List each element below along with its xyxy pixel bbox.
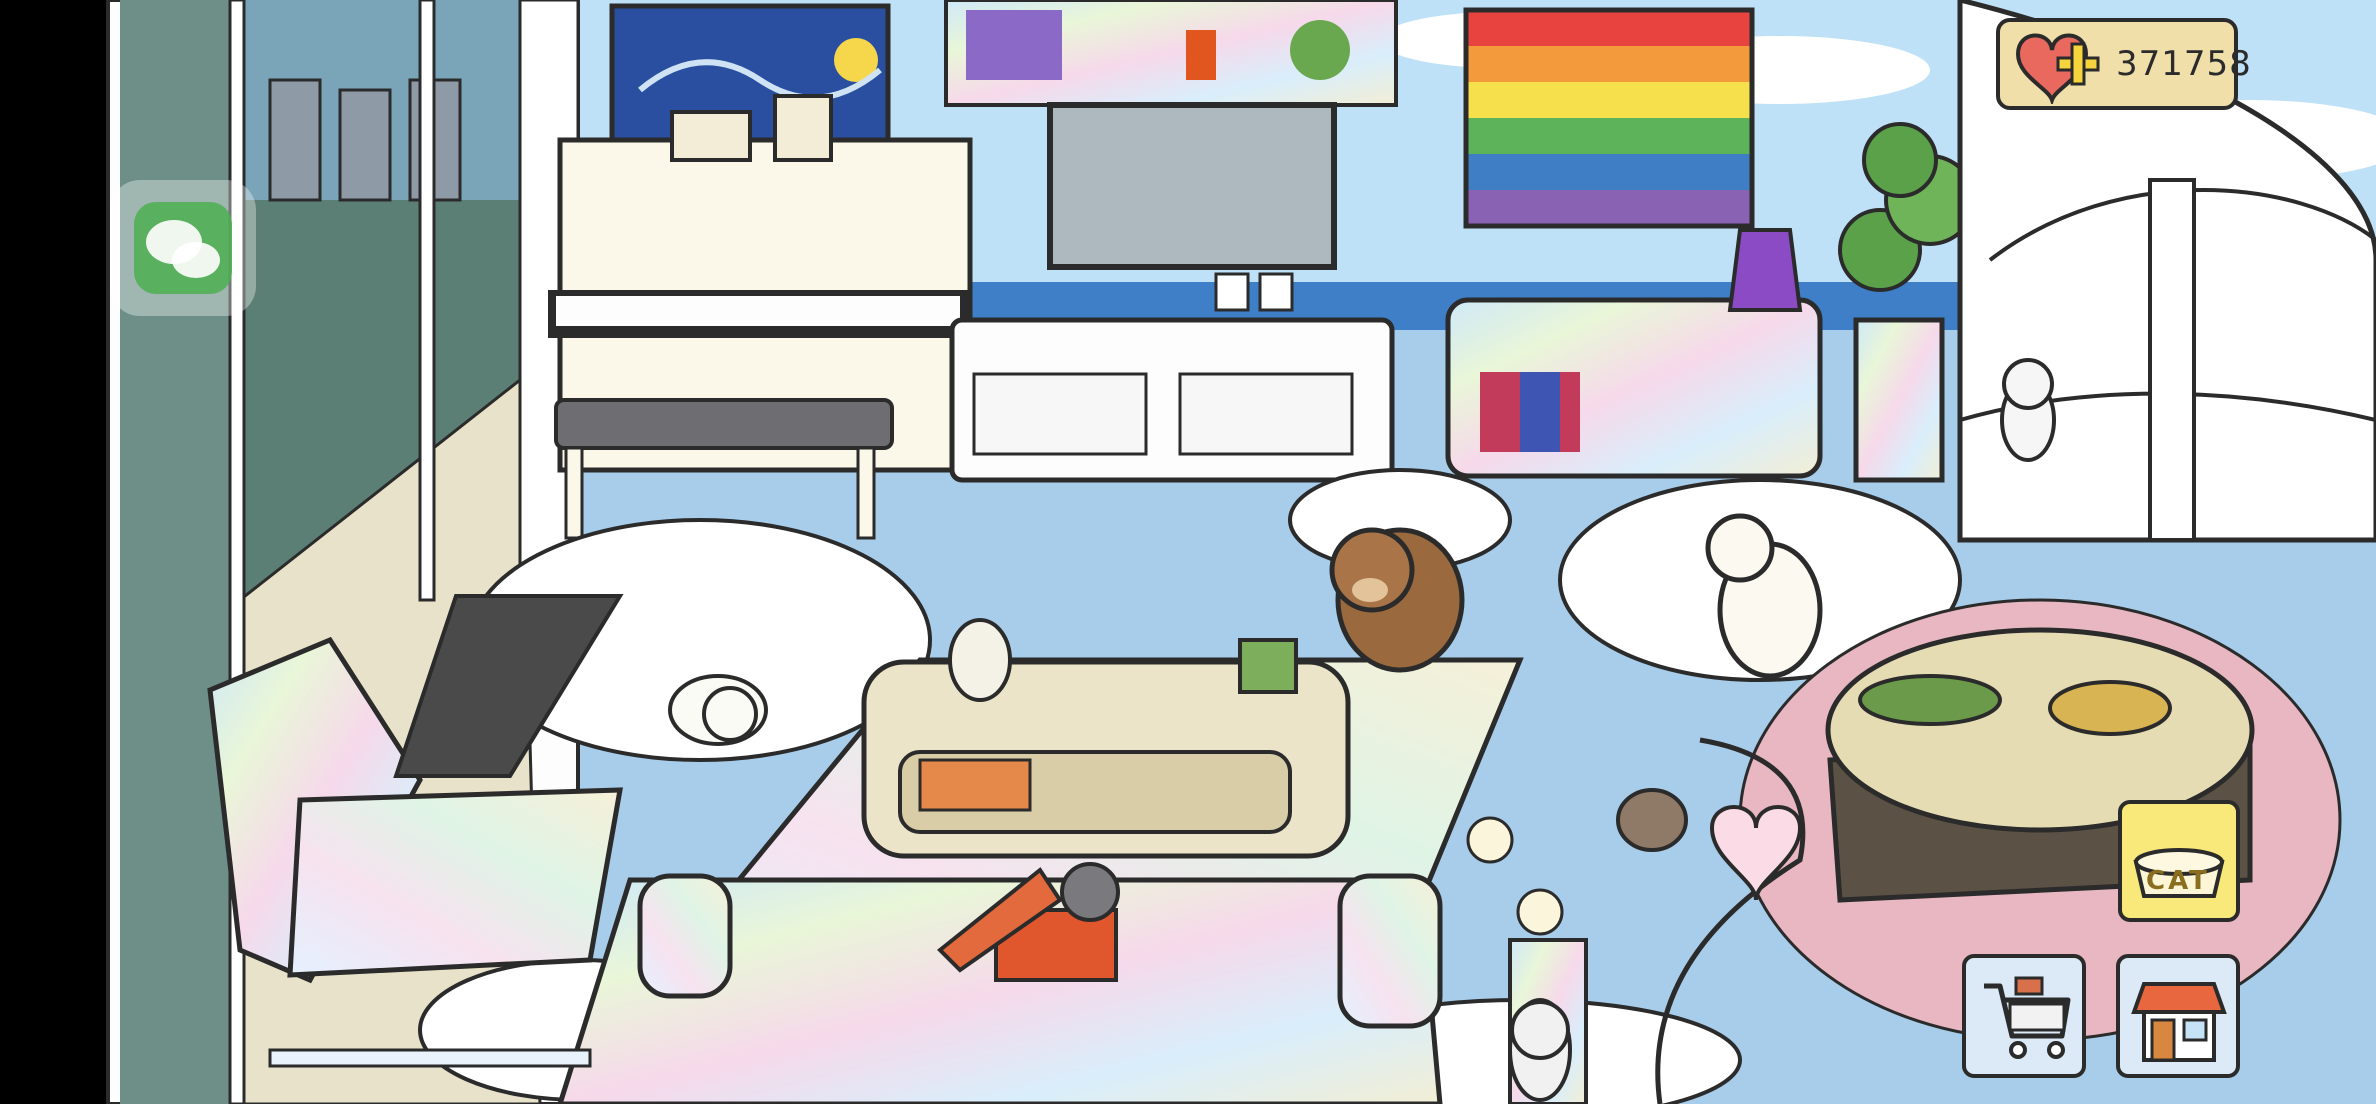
tv-cabinet bbox=[949, 317, 1395, 483]
cat-on-stairs bbox=[2000, 358, 2056, 462]
goodies-cart-button[interactable] bbox=[1962, 954, 2086, 1078]
wechat-share-button[interactable] bbox=[110, 180, 256, 316]
coin-amount: 371758 bbox=[2116, 44, 2252, 84]
hedgehog bbox=[1616, 788, 1688, 852]
shopping-cart-icon bbox=[1984, 976, 2071, 1059]
shop-house-icon bbox=[2131, 982, 2227, 1062]
cat-food-button[interactable]: CAT bbox=[2118, 800, 2240, 922]
wechat-icon bbox=[134, 202, 232, 294]
rainbow-flag bbox=[1463, 7, 1755, 229]
coin-counter[interactable]: 371758 bbox=[1996, 18, 2251, 110]
game-screen: 371758 CAT bbox=[0, 0, 2376, 1104]
cat-button-label: CAT bbox=[2146, 866, 2210, 896]
shop-button[interactable] bbox=[2116, 954, 2240, 1078]
white-cat-lying bbox=[668, 674, 768, 746]
piano bbox=[548, 94, 973, 540]
screen-margin bbox=[0, 0, 108, 1104]
wall-shelves bbox=[944, 0, 1398, 107]
living-room-scene bbox=[0, 0, 2376, 1104]
cat-food-bowl-icon bbox=[2133, 848, 2225, 898]
tabby-cat bbox=[1508, 998, 1572, 1102]
heart-plus-icon bbox=[2015, 33, 2100, 104]
